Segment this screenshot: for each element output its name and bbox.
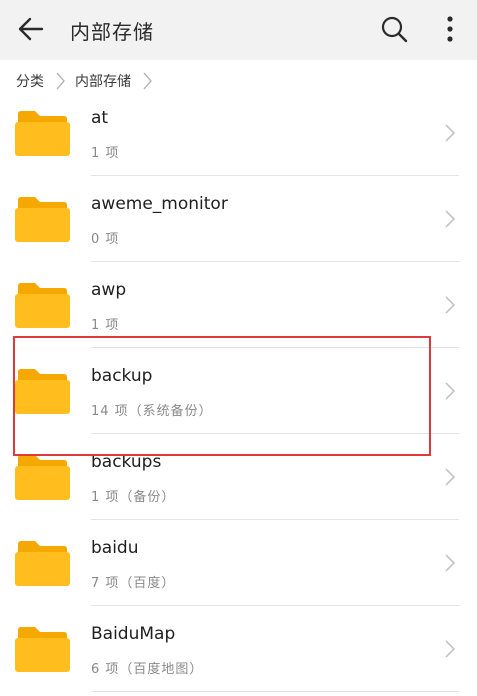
list-item[interactable]: awp 1 项 — [0, 262, 477, 348]
list-item[interactable]: baidu 7 项（百度） — [0, 520, 477, 606]
folder-icon — [15, 283, 70, 328]
more-vertical-icon — [447, 16, 453, 42]
folder-name: at — [91, 108, 109, 128]
folder-meta: 6 项（百度地图） — [91, 662, 204, 677]
breadcrumb-item-internal-storage[interactable]: 内部存储 — [75, 71, 131, 91]
folder-name: awp — [91, 280, 127, 300]
chevron-right-icon — [143, 72, 152, 90]
folder-name: aweme_monitor — [91, 194, 228, 214]
chevron-right-icon — [445, 382, 456, 400]
folder-list: at 1 项 aweme_monitor 0 项 awp 1 项 backup … — [0, 90, 477, 692]
list-item[interactable]: backups 1 项（备份） — [0, 434, 477, 520]
chevron-right-icon — [56, 72, 65, 90]
folder-name: baidu — [91, 538, 139, 558]
chevron-right-icon — [445, 210, 456, 228]
folder-name: BaiduMap — [91, 624, 176, 644]
folder-name: backups — [91, 452, 162, 472]
list-item[interactable]: at 1 项 — [0, 90, 477, 176]
folder-meta: 1 项 — [91, 318, 120, 333]
folder-meta: 7 项（百度） — [91, 576, 176, 591]
folder-icon — [15, 197, 70, 242]
list-item[interactable]: aweme_monitor 0 项 — [0, 176, 477, 262]
folder-meta: 14 项（系统备份） — [91, 404, 213, 419]
search-button[interactable] — [378, 13, 410, 45]
folder-icon — [15, 369, 70, 414]
folder-icon — [15, 541, 70, 586]
folder-meta: 1 项 — [91, 146, 120, 161]
folder-meta: 1 项（备份） — [91, 490, 176, 505]
chevron-right-icon — [445, 468, 456, 486]
arrow-left-icon — [18, 17, 44, 41]
chevron-right-icon — [445, 554, 456, 572]
chevron-right-icon — [445, 640, 456, 658]
search-icon — [381, 16, 408, 43]
breadcrumb-item-category[interactable]: 分类 — [16, 71, 44, 91]
folder-name: backup — [91, 366, 153, 386]
back-button[interactable] — [16, 14, 46, 44]
page-title: 内部存储 — [70, 20, 154, 44]
list-item[interactable]: BaiduMap 6 项（百度地图） — [0, 606, 477, 692]
folder-icon — [15, 111, 70, 156]
app-bar: 内部存储 — [0, 0, 477, 60]
folder-icon — [15, 627, 70, 672]
chevron-right-icon — [445, 296, 456, 314]
list-item[interactable]: backup 14 项（系统备份） — [0, 348, 477, 434]
divider — [91, 691, 459, 692]
folder-meta: 0 项 — [91, 232, 120, 247]
chevron-right-icon — [445, 124, 456, 142]
more-options-button[interactable] — [436, 13, 464, 45]
folder-icon — [15, 455, 70, 500]
